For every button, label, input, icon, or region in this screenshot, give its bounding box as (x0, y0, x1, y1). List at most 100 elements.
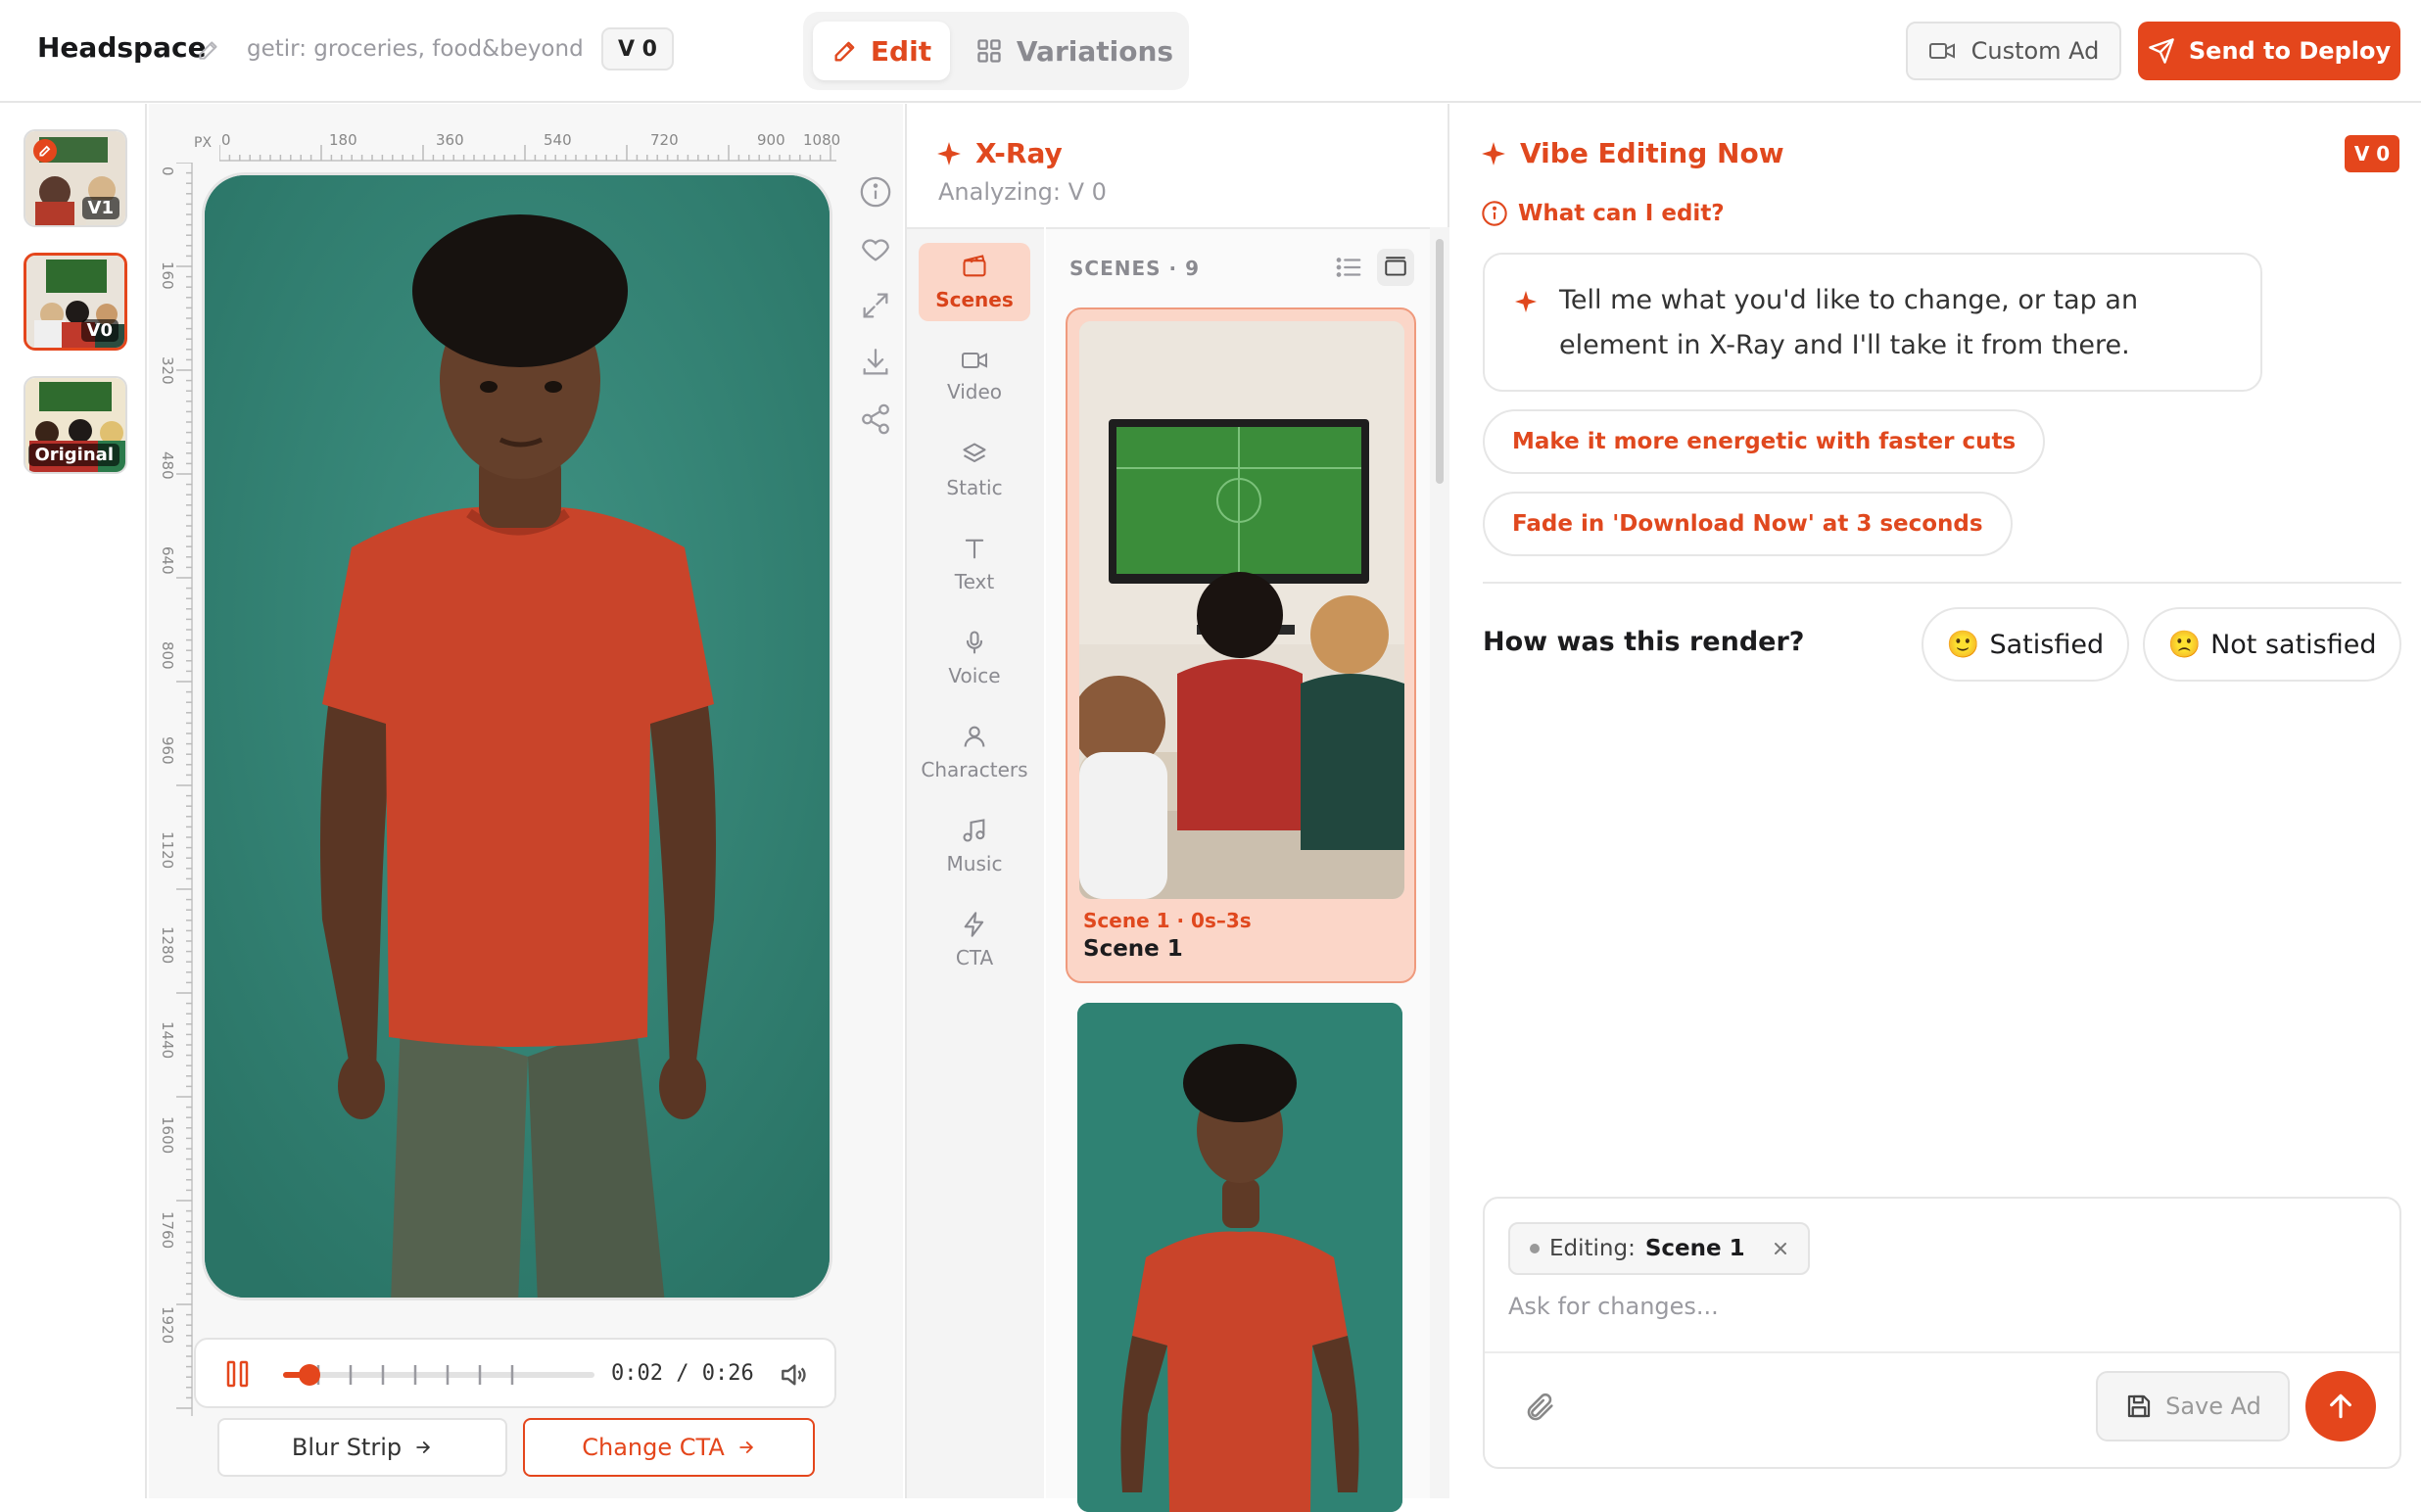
send-message-button[interactable] (2305, 1371, 2376, 1441)
version-rail: V1 V0 Original (0, 104, 147, 1498)
editing-label: Editing: (1549, 1236, 1636, 1261)
card-view-icon[interactable] (1377, 249, 1414, 286)
pencil-icon (831, 37, 859, 65)
list-view-icon[interactable] (1334, 253, 1363, 282)
expand-icon[interactable] (856, 286, 895, 325)
blur-strip-button[interactable]: Blur Strip (217, 1418, 507, 1477)
ruler-tick: 360 (436, 131, 464, 149)
ruler-tick: 800 (159, 641, 176, 670)
suggestion-chip[interactable]: Make it more energetic with faster cuts (1483, 409, 2046, 474)
xray-title: X-Ray (975, 137, 1063, 169)
info-icon (1481, 200, 1508, 227)
custom-ad-button[interactable]: Custom Ad (1906, 22, 2121, 80)
version-thumb-v0[interactable]: V0 (24, 253, 127, 351)
version-badge: V 0 (2345, 135, 2399, 172)
paperclip-icon[interactable] (1524, 1391, 1557, 1424)
arrow-up-icon (2325, 1391, 2356, 1422)
edited-badge-icon (33, 139, 57, 163)
close-icon[interactable] (1773, 1241, 1788, 1256)
category-static[interactable]: Static (919, 431, 1030, 509)
video-camera-icon (1928, 40, 1956, 62)
ruler-tick: 720 (650, 131, 679, 149)
scenes-scrollbar[interactable] (1430, 227, 1449, 1498)
assistant-message-text: Tell me what you'd like to change, or ta… (1559, 285, 2139, 360)
tab-variations[interactable]: Variations (970, 22, 1179, 80)
info-icon[interactable] (856, 172, 895, 212)
download-icon[interactable] (856, 343, 895, 382)
change-cta-button[interactable]: Change CTA (523, 1418, 815, 1477)
tab-variations-label: Variations (1016, 34, 1174, 68)
tab-edit[interactable]: Edit (813, 22, 950, 80)
category-label: Voice (948, 664, 1001, 687)
timeline-scrubber[interactable] (282, 1359, 595, 1391)
satisfied-label: Satisfied (1989, 629, 2105, 660)
sparkle-icon (1481, 141, 1506, 166)
time-readout: 0:02 / 0:26 (611, 1361, 754, 1386)
version-thumb-v1[interactable]: V1 (24, 129, 127, 227)
category-text[interactable]: Text (919, 525, 1030, 603)
pause-button[interactable] (225, 1359, 251, 1389)
arrow-right-icon (413, 1438, 433, 1457)
arrow-right-icon (736, 1438, 756, 1457)
blur-strip-label: Blur Strip (291, 1434, 403, 1461)
send-to-deploy-button[interactable]: Send to Deploy (2138, 22, 2400, 80)
ruler-tick: 900 (757, 131, 785, 149)
ruler-tick: 320 (159, 356, 176, 385)
category-video[interactable]: Video (919, 337, 1030, 415)
category-label: Text (954, 570, 995, 593)
rename-pencil-icon[interactable] (196, 37, 221, 63)
version-thumb-label: V0 (80, 319, 119, 342)
category-scenes[interactable]: Scenes (919, 243, 1030, 321)
custom-ad-label: Custom Ad (1970, 37, 2100, 65)
satisfied-button[interactable]: 🙂 Satisfied (1922, 607, 2129, 682)
sparkle-icon (1514, 290, 1538, 313)
scene-card[interactable]: Scene 1 · 0s–3s Scene 1 (1066, 307, 1416, 983)
category-label: Scenes (935, 288, 1014, 311)
canvas-area: PX 0 180 360 540 720 900 1080 0 160 320 480… (149, 104, 903, 1498)
version-thumb-original[interactable]: Original (24, 376, 127, 474)
ruler-tick: 0 (159, 166, 176, 176)
scenes-header: SCENES · 9 (1069, 257, 1200, 280)
category-music[interactable]: Music (919, 807, 1030, 885)
category-cta[interactable]: CTA (919, 901, 1030, 979)
vibe-title: Vibe Editing Now (1520, 137, 1784, 169)
change-cta-label: Change CTA (582, 1434, 725, 1461)
video-preview[interactable] (202, 172, 832, 1300)
ruler-horizontal: PX 0 180 360 540 720 900 1080 (194, 127, 840, 166)
music-icon (961, 817, 988, 844)
category-label: Video (946, 380, 1003, 403)
version-chip[interactable]: V 0 (601, 27, 674, 71)
save-ad-button[interactable]: Save Ad (2096, 1371, 2290, 1441)
ruler-unit: PX (194, 135, 213, 151)
save-icon (2124, 1392, 2154, 1421)
share-icon[interactable] (856, 400, 895, 439)
not-satisfied-button[interactable]: 🙁 Not satisfied (2143, 607, 2401, 682)
tab-edit-label: Edit (870, 34, 932, 68)
bolt-icon (961, 911, 988, 938)
what-can-i-edit-link[interactable]: What can I edit? (1481, 200, 1725, 227)
suggestion-chip[interactable]: Fade in 'Download Now' at 3 seconds (1483, 492, 2013, 556)
scene-thumbnail (1079, 321, 1404, 899)
divider (1483, 582, 2401, 584)
ruler-tick: 160 (159, 261, 176, 290)
smile-emoji-icon: 🙂 (1946, 630, 1980, 660)
category-characters[interactable]: Characters (919, 713, 1030, 791)
dot-icon (1530, 1244, 1540, 1253)
scene-thumbnail[interactable] (1077, 1003, 1402, 1512)
ruler-vertical: 0 160 320 480 640 800 960 1120 1280 1440 1600 1760 1… (159, 163, 198, 1416)
frown-emoji-icon: 🙁 (2167, 630, 2202, 660)
heart-icon[interactable] (856, 229, 895, 268)
rating-question: How was this render? (1483, 627, 1805, 657)
xray-panel: X-Ray Analyzing: V 0 Scenes Video Static… (905, 104, 1449, 1512)
ruler-tick: 1440 (159, 1021, 176, 1060)
scrollbar-thumb[interactable] (1436, 239, 1444, 484)
category-label: Characters (921, 758, 1028, 781)
person-icon (961, 723, 988, 750)
category-voice[interactable]: Voice (919, 619, 1030, 697)
scene-name: Scene 1 (1083, 936, 1183, 962)
ask-for-changes-input[interactable] (1508, 1293, 2370, 1320)
brand-name: Headspace (37, 31, 207, 64)
volume-icon[interactable] (778, 1359, 809, 1391)
ruler-tick: 540 (544, 131, 572, 149)
grid-icon (975, 37, 1003, 65)
